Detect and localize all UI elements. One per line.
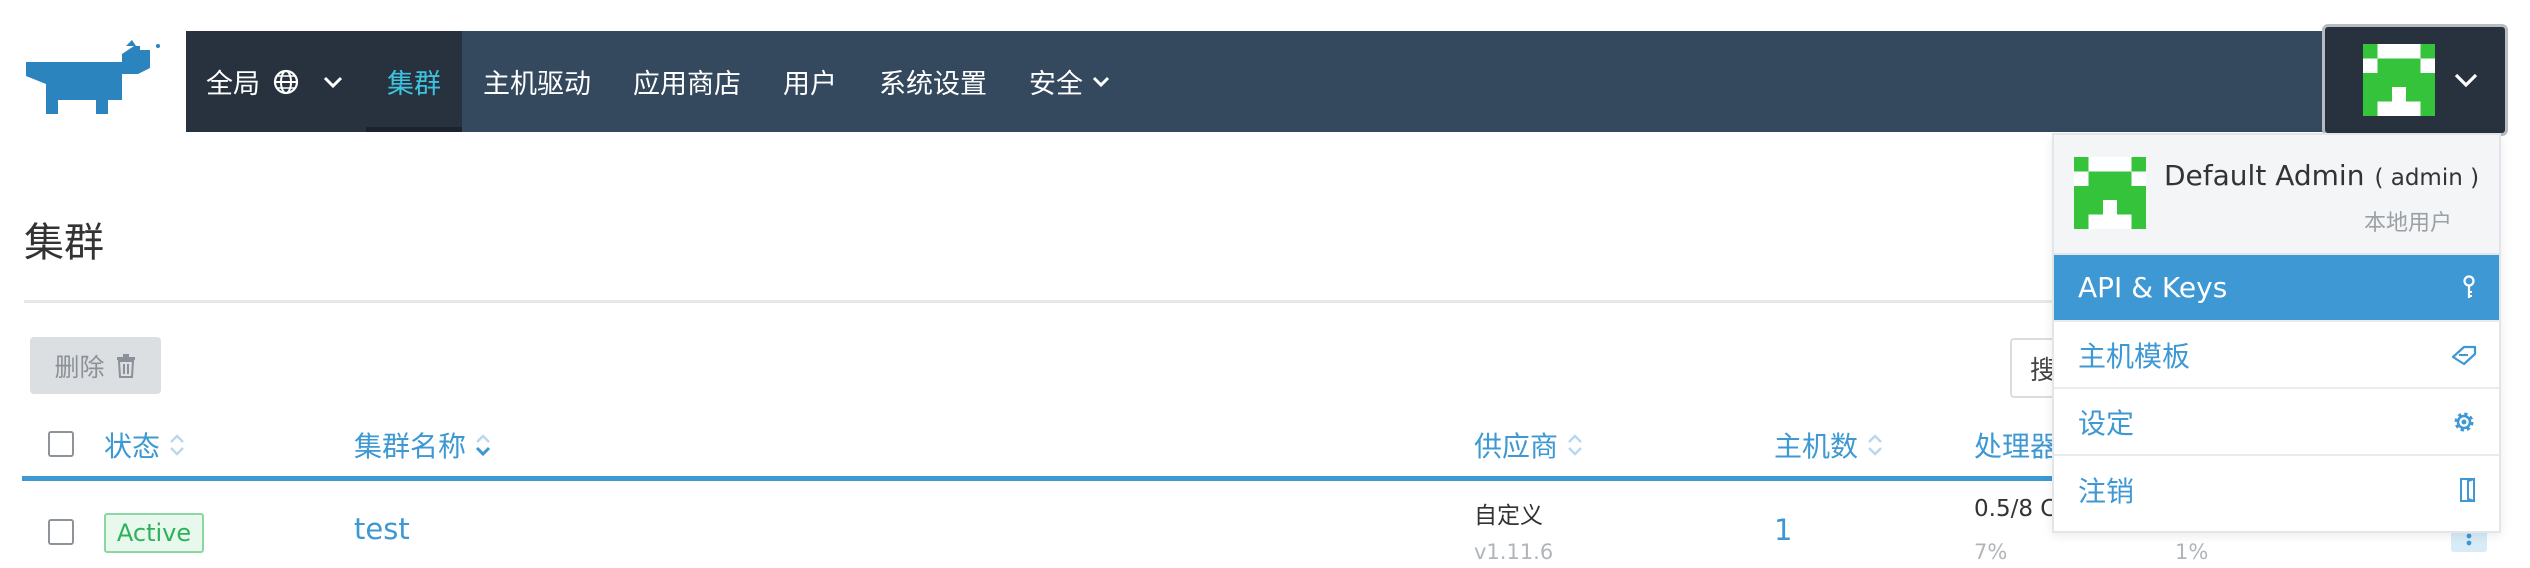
nav-item-label: 主机驱动: [483, 69, 591, 100]
menu-item-label: API & Keys: [2078, 271, 2228, 304]
nav-item-label: 应用商店: [633, 69, 741, 100]
gear-icon: [2454, 412, 2474, 431]
page-title: 集群: [24, 220, 104, 266]
nav-item-catalogs[interactable]: 应用商店: [612, 31, 762, 132]
rancher-logo[interactable]: [22, 40, 162, 125]
row-checkbox[interactable]: [48, 519, 74, 545]
cpu-usage: 0.5/8 C: [1974, 496, 2057, 522]
delete-button[interactable]: 删除: [30, 337, 161, 394]
column-header-nodes[interactable]: 主机数: [1774, 425, 1884, 465]
column-header-cluster-name[interactable]: 集群名称: [354, 425, 492, 465]
tag-icon: [2451, 345, 2477, 365]
key-icon: [2463, 274, 2475, 298]
nav-item-label: 系统设置: [879, 69, 987, 100]
nav-item-label: 用户: [783, 69, 837, 100]
nav-item-node-drivers[interactable]: 主机驱动: [462, 31, 612, 132]
user-info: Default Admin ( admin ) 本地用户: [2054, 135, 2499, 255]
node-count-link[interactable]: 1: [1774, 513, 1792, 547]
provider-name: 自定义: [1474, 503, 1543, 529]
scope-selector[interactable]: 全局: [186, 31, 366, 132]
avatar: [2363, 44, 2435, 116]
user-display-name: Default Admin ( admin ): [2164, 159, 2479, 192]
status-badge: Active: [104, 513, 204, 553]
column-header-cpu[interactable]: 处理器: [1974, 425, 2058, 465]
globe-icon: [273, 69, 299, 94]
divider: [24, 300, 2084, 303]
nav-item-clusters[interactable]: 集群: [366, 31, 462, 132]
column-label: 处理器: [1974, 430, 2059, 463]
menu-item-preferences[interactable]: 设定: [2054, 389, 2499, 456]
nav-item-settings[interactable]: 系统设置: [858, 31, 1008, 132]
column-header-provider[interactable]: 供应商: [1474, 425, 1584, 465]
table-header-underline: [22, 476, 2082, 481]
column-label: 集群名称: [354, 430, 467, 463]
top-navbar: 全局 集群 主机驱动 应用商店 用户 系统设置 安全: [186, 31, 2504, 132]
nav-item-label: 安全: [1029, 69, 1083, 100]
column-label: 状态: [104, 430, 161, 463]
display-name: Default Admin: [2164, 159, 2365, 192]
memory-percent: 1%: [2175, 540, 2209, 564]
menu-item-logout[interactable]: 注销: [2054, 456, 2499, 523]
username: ( admin ): [2374, 165, 2480, 191]
cpu-percent: 7%: [1974, 540, 2008, 564]
sort-icon: [170, 434, 184, 456]
select-all-checkbox[interactable]: [48, 431, 74, 457]
menu-item-node-templates[interactable]: 主机模板: [2054, 322, 2499, 389]
trash-icon: [116, 353, 135, 378]
scope-label: 全局: [206, 69, 260, 100]
chevron-down-icon: [323, 76, 343, 88]
logout-icon: [2460, 477, 2475, 502]
sort-icon: [1868, 434, 1882, 456]
menu-item-label: 主机模板: [2078, 339, 2191, 373]
user-menu-button[interactable]: [2322, 24, 2508, 136]
column-label: 供应商: [1474, 430, 1559, 463]
nav-item-label: 集群: [387, 69, 441, 100]
delete-label: 删除: [54, 352, 105, 382]
user-dropdown-menu: Default Admin ( admin ) 本地用户 API & Keys 主…: [2052, 133, 2501, 533]
menu-item-label: 注销: [2078, 474, 2135, 508]
user-type: 本地用户: [2364, 211, 2453, 236]
menu-item-label: 设定: [2078, 406, 2135, 440]
nav-item-users[interactable]: 用户: [762, 31, 858, 132]
cluster-name-link[interactable]: test: [354, 512, 410, 546]
sort-desc-icon: [475, 434, 491, 457]
chevron-down-icon: [1092, 76, 1110, 87]
provider-version: v1.11.6: [1474, 540, 1554, 564]
chevron-down-icon: [2454, 73, 2478, 88]
avatar: [2074, 157, 2146, 229]
sort-icon: [1568, 434, 1582, 456]
nav-item-security[interactable]: 安全: [1008, 31, 1132, 132]
menu-item-api-keys[interactable]: API & Keys: [2054, 255, 2499, 322]
column-label: 主机数: [1774, 430, 1859, 463]
column-header-state[interactable]: 状态: [104, 425, 186, 465]
